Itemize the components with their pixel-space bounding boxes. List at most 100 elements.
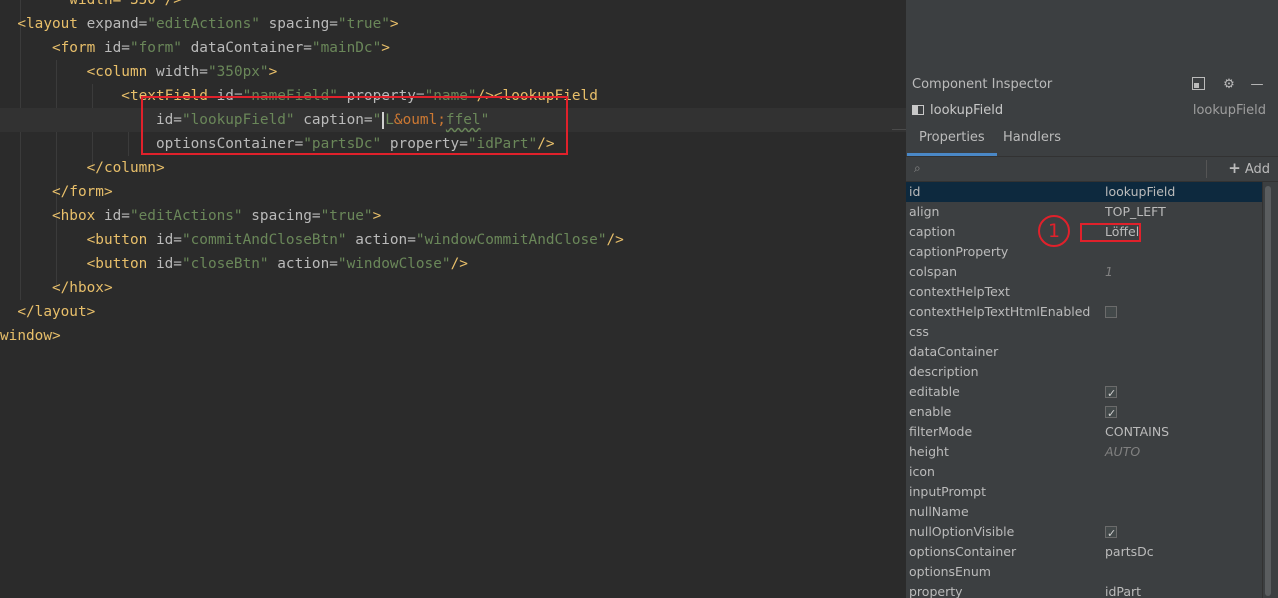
property-row[interactable]: contextHelpTextHtmlEnabled [906, 302, 1262, 322]
code-token: "editActions" [129, 208, 243, 224]
property-name: filterMode [909, 424, 973, 439]
component-name: lookupField [930, 103, 1004, 118]
code-token: = [138, 16, 148, 32]
code-line[interactable]: <layout expand="editActions" spacing="tr… [0, 12, 906, 36]
property-name: optionsEnum [909, 564, 991, 579]
property-name: caption [909, 224, 956, 239]
property-value[interactable]: CONTAINS [1105, 422, 1169, 442]
code-token: action [346, 232, 408, 248]
property-row[interactable]: dataContainer [906, 342, 1262, 362]
component-type: lookupField [1192, 103, 1266, 118]
code-line[interactable]: width="350"/> [0, 0, 906, 12]
minimize-icon[interactable]: — [1249, 77, 1265, 93]
layout-icon[interactable] [1190, 77, 1206, 93]
code-token: "editActions" [147, 16, 260, 32]
code-line[interactable]: </column> [0, 156, 906, 180]
property-row[interactable]: nullOptionVisible [906, 522, 1262, 544]
property-row[interactable]: captionProperty [906, 242, 1262, 262]
property-row[interactable]: icon [906, 462, 1262, 482]
code-token: /> [450, 256, 468, 272]
property-value[interactable]: 1 [1105, 262, 1113, 282]
inspector-tabs: Properties Handlers [906, 125, 1278, 156]
property-name: contextHelpText [909, 284, 1010, 299]
code-token: = [199, 64, 208, 80]
property-name: description [909, 364, 979, 379]
code-line[interactable]: </form> [0, 180, 906, 204]
property-search-input[interactable] [930, 159, 1204, 179]
code-token: <hbox [0, 208, 104, 224]
property-value[interactable]: TOP_LEFT [1105, 202, 1166, 222]
tab-properties[interactable]: Properties [907, 125, 997, 156]
property-row[interactable]: enable [906, 402, 1262, 424]
property-row[interactable]: css [906, 322, 1262, 342]
code-line[interactable]: <hbox id="editActions" spacing="true"> [0, 204, 906, 228]
code-token: id [103, 40, 122, 56]
code-token: action [268, 256, 330, 272]
property-row[interactable]: editable [906, 382, 1262, 404]
code-token: = [407, 232, 416, 248]
code-token: = [121, 208, 130, 224]
property-value[interactable]: partsDc [1105, 542, 1154, 562]
code-token: > [381, 40, 390, 56]
code-token: </hbox> [0, 280, 113, 296]
panel-title: Component Inspector [912, 77, 1053, 92]
property-row[interactable]: optionsContainer partsDc [906, 542, 1262, 562]
inspector-header: Component Inspector ⚙ — [906, 73, 1278, 97]
code-token: "commitAndCloseBtn" [181, 232, 347, 248]
properties-table: id lookupField align TOP_LEFT caption Löffel c… [906, 182, 1262, 598]
code-line[interactable]: <column width="350px"> [0, 60, 906, 84]
code-editor[interactable]: width="350"/> <layout expand="editAction… [0, 0, 906, 598]
code-token: <button [0, 256, 156, 272]
plus-icon: + [1228, 159, 1241, 177]
property-checkbox[interactable] [1105, 306, 1117, 318]
property-row[interactable]: property idPart [906, 582, 1262, 598]
property-name: colspan [909, 264, 958, 279]
code-line[interactable]: <button id="commitAndCloseBtn" action="w… [0, 228, 906, 252]
code-token: = [329, 16, 338, 32]
property-checkbox[interactable] [1105, 384, 1117, 404]
code-token: dataContainer [181, 40, 304, 56]
property-value[interactable]: idPart [1105, 582, 1141, 598]
property-row[interactable]: description [906, 362, 1262, 382]
code-line[interactable]: <button id="closeBtn" action="windowClos… [0, 252, 906, 276]
code-token: = [173, 232, 182, 248]
add-button[interactable]: + Add [1228, 159, 1270, 177]
gear-icon[interactable]: ⚙ [1221, 77, 1237, 93]
property-name: contextHelpTextHtmlEnabled [909, 304, 1091, 319]
property-name: nullName [909, 504, 969, 519]
add-label: Add [1244, 162, 1270, 177]
tab-handlers[interactable]: Handlers [991, 125, 1073, 153]
scrollbar-thumb[interactable] [1265, 186, 1271, 596]
property-row[interactable]: inputPrompt [906, 482, 1262, 502]
search-icon: ⌕ [914, 161, 921, 175]
component-icon [912, 105, 924, 115]
code-line[interactable]: window> [0, 324, 906, 348]
code-line[interactable]: </hbox> [0, 276, 906, 300]
code-line[interactable]: </layout> [0, 300, 906, 324]
panel-top-strip [906, 0, 1278, 72]
code-token: = [173, 256, 182, 272]
caption-highlight-box [141, 96, 568, 155]
code-token: width [155, 64, 200, 80]
property-row[interactable]: colspan 1 [906, 262, 1262, 282]
property-name: editable [909, 384, 960, 399]
property-row[interactable]: contextHelpText [906, 282, 1262, 302]
code-token: id [155, 232, 174, 248]
property-row[interactable]: align TOP_LEFT [906, 202, 1262, 222]
property-row[interactable]: optionsEnum [906, 562, 1262, 582]
code-line[interactable]: <form id="form" dataContainer="mainDc"> [0, 36, 906, 60]
property-row[interactable]: height AUTO [906, 442, 1262, 462]
property-name: nullOptionVisible [909, 524, 1015, 539]
property-name: optionsContainer [909, 544, 1017, 559]
property-checkbox[interactable] [1105, 404, 1117, 424]
property-row[interactable]: filterMode CONTAINS [906, 422, 1262, 442]
property-value[interactable]: AUTO [1105, 442, 1140, 462]
property-name: height [909, 444, 949, 459]
property-search-bar: ⌕ + Add [906, 156, 1278, 182]
code-token: </column> [0, 160, 165, 176]
property-checkbox[interactable] [1105, 524, 1117, 544]
property-row[interactable]: id lookupField [906, 182, 1262, 202]
code-token: </form> [0, 184, 113, 200]
property-value[interactable]: lookupField [1105, 182, 1175, 202]
property-row[interactable]: nullName [906, 502, 1262, 522]
